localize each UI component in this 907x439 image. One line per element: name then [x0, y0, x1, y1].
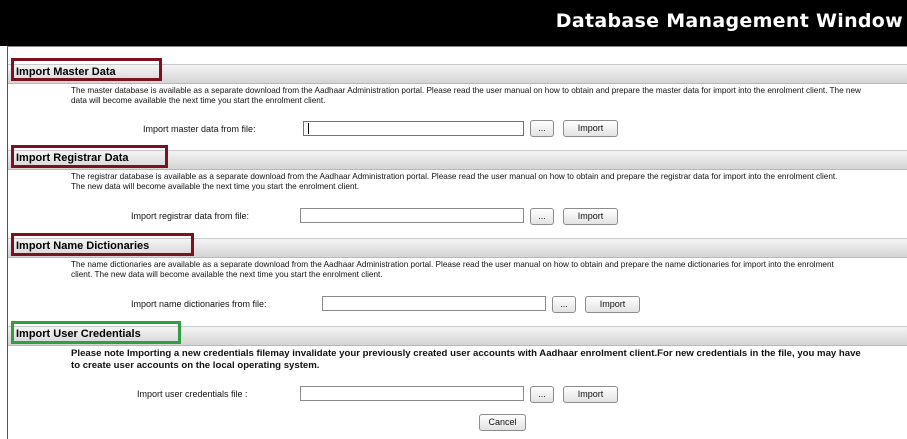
section-description-registrar: The registrar database is available as a…	[71, 172, 838, 191]
browse-registrar-button[interactable]: ...	[530, 208, 554, 225]
label-dictionaries-file: Import name dictionaries from file:	[131, 299, 267, 309]
import-dictionaries-button[interactable]: Import	[585, 296, 640, 313]
browse-dictionaries-button[interactable]: ...	[552, 296, 576, 313]
import-master-button[interactable]: Import	[563, 120, 618, 137]
dictionaries-file-input[interactable]	[322, 296, 546, 311]
master-file-input[interactable]	[303, 121, 524, 136]
credentials-file-input[interactable]	[300, 386, 524, 401]
label-registrar-file: Import registrar data from file:	[131, 211, 250, 221]
cancel-button[interactable]: Cancel	[479, 414, 526, 431]
section-title-credentials: Import User Credentials	[16, 328, 141, 340]
browse-credentials-button[interactable]: ...	[530, 386, 554, 403]
section-title-dictionaries: Import Name Dictionaries	[16, 240, 150, 252]
title-bar: Database Management Window	[0, 0, 907, 46]
label-master-file: Import master data from file:	[143, 124, 256, 134]
section-description-credentials: Please note Importing a new credentials …	[71, 348, 861, 371]
text-caret	[308, 122, 309, 134]
section-description-dictionaries: The name dictionaries are available as a…	[71, 260, 834, 279]
section-title-registrar: Import Registrar Data	[16, 152, 129, 164]
registrar-file-input[interactable]	[300, 208, 524, 223]
window-title: Database Management Window	[555, 10, 903, 32]
section-description-master: The master database is available as a se…	[71, 86, 861, 105]
browse-master-button[interactable]: ...	[530, 120, 554, 137]
label-credentials-file: Import user credentials file :	[137, 389, 248, 399]
import-credentials-button[interactable]: Import	[563, 386, 618, 403]
section-title-master: Import Master Data	[16, 66, 116, 78]
import-registrar-button[interactable]: Import	[563, 208, 618, 225]
